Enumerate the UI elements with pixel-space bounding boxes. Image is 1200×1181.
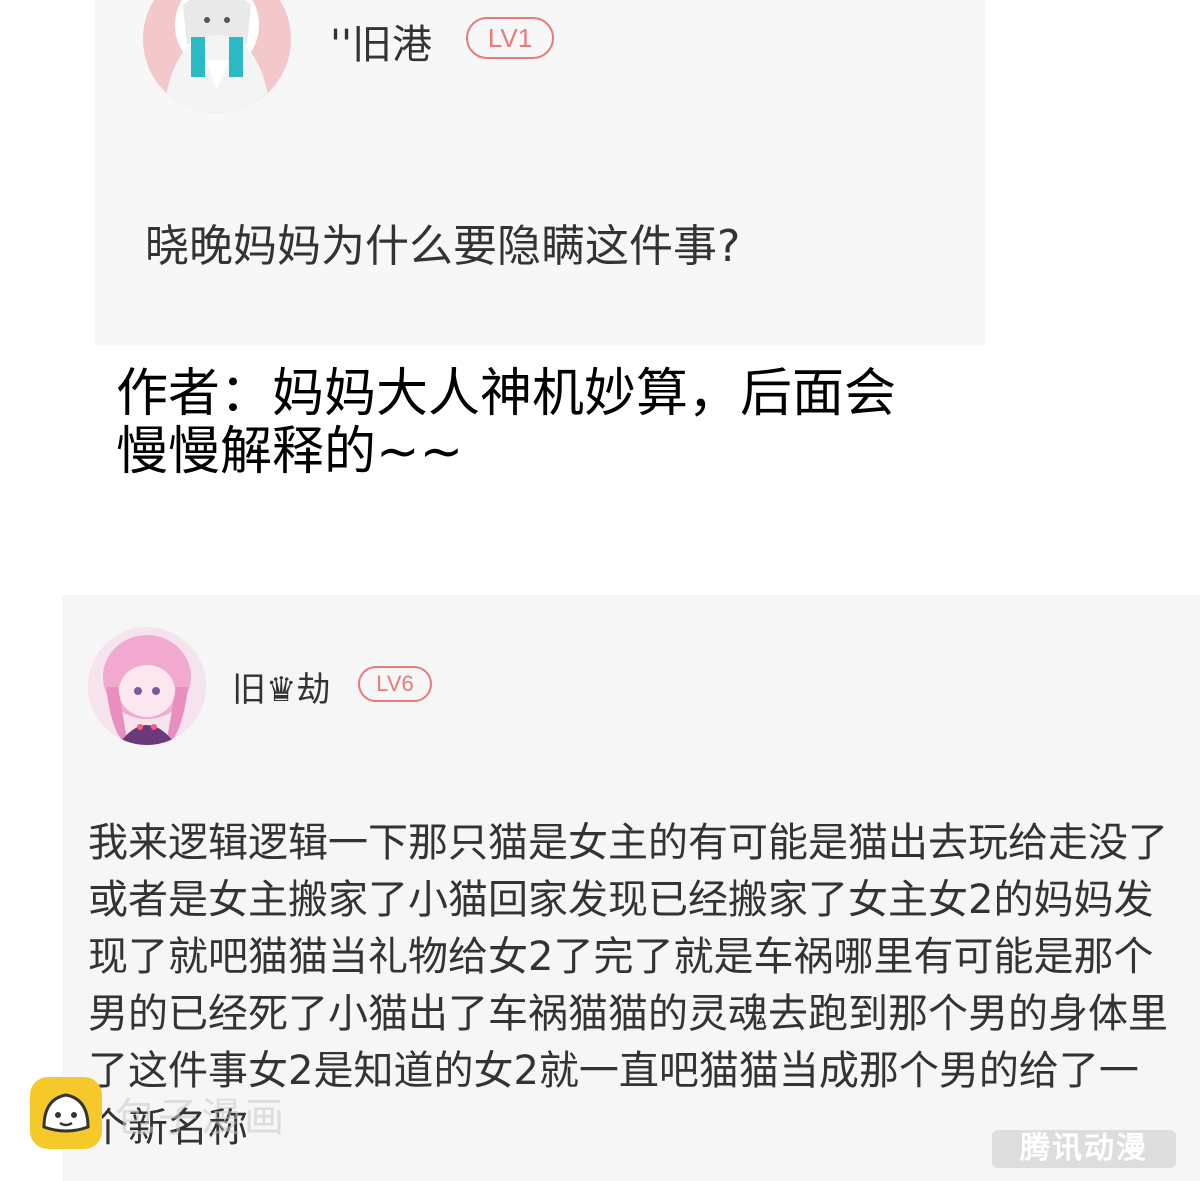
watermark-left: 包子漫画: [115, 1095, 287, 1141]
author-reply-line: 慢慢解释的~~: [116, 422, 464, 482]
watermark-right: 腾讯动漫: [992, 1130, 1176, 1168]
comment-text: 晓晚妈妈为什么要隐瞒这件事?: [145, 221, 741, 272]
level-badge: LV6: [358, 666, 432, 702]
avatar[interactable]: [88, 627, 206, 745]
pink-hair-anime-avatar-icon: [88, 627, 206, 745]
level-badge: LV1: [466, 17, 554, 59]
bun-face-icon: [30, 1077, 102, 1149]
author-reply: 作者：妈妈大人神机妙算，后面会 慢慢解释的~~: [116, 365, 1016, 481]
username[interactable]: 旧♛劫: [232, 662, 330, 711]
author-reply-line: 作者：妈妈大人神机妙算，后面会: [116, 364, 897, 424]
username[interactable]: ''旧港: [330, 12, 432, 70]
